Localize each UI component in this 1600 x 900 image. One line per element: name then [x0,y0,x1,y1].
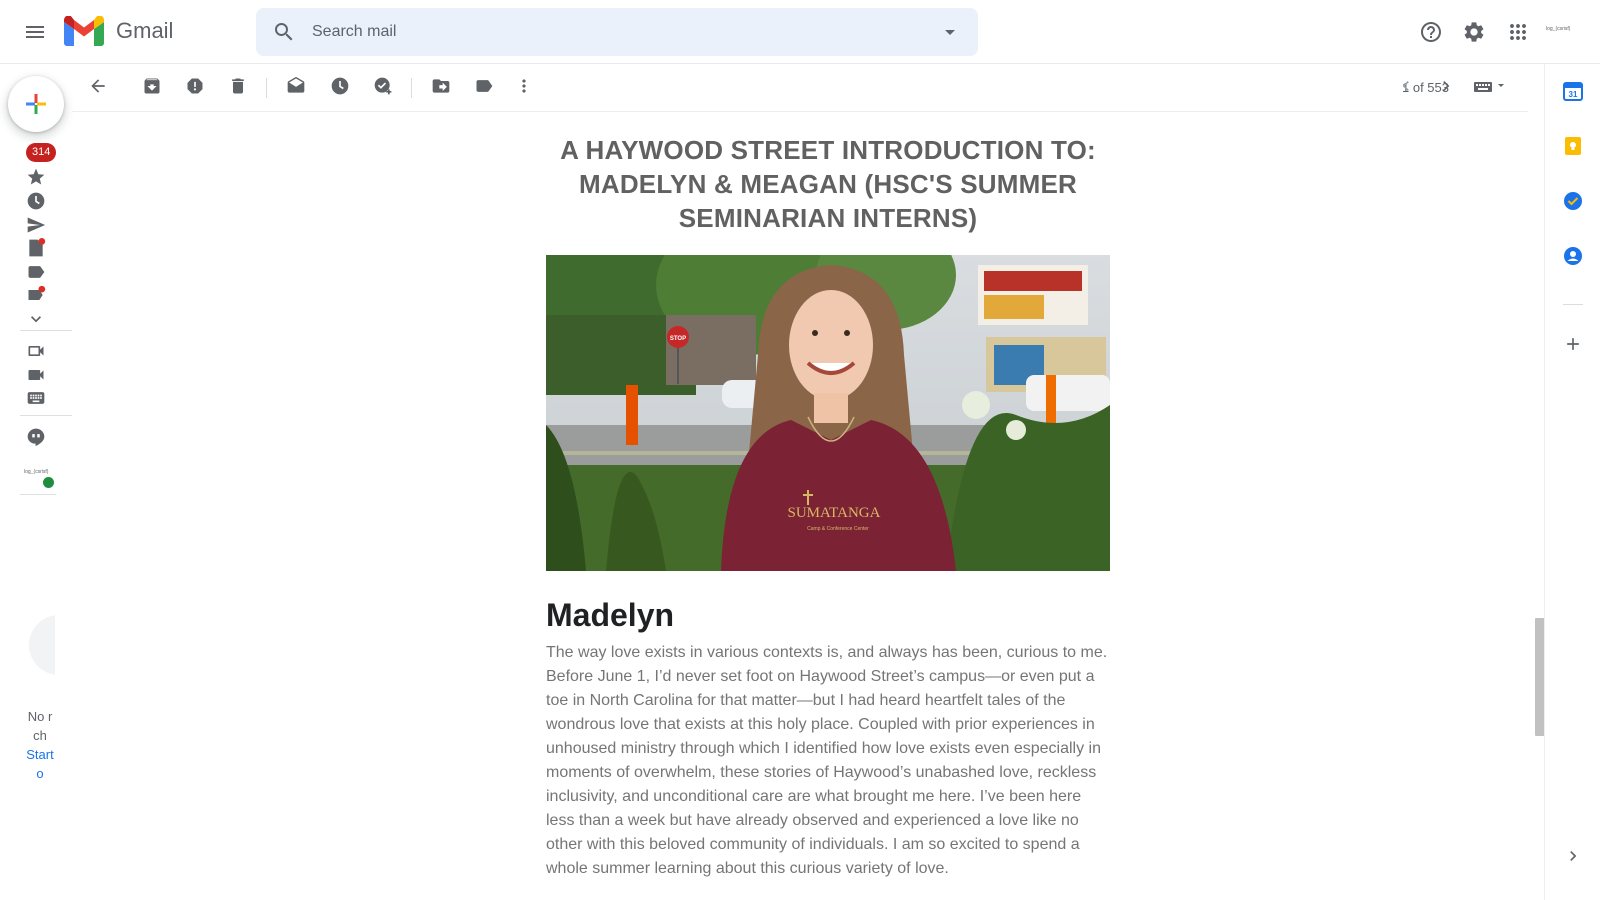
start-chat-link[interactable]: Start [24,745,56,764]
left-navigation-rail: 314 log_(csrisf) No r ch Start o [0,64,72,900]
categories-icon[interactable] [26,285,46,305]
shirt-text: SUMATANGA [788,505,881,521]
labels-icon[interactable] [474,76,494,96]
newer-chevron-left-icon[interactable] [1396,76,1416,96]
report-spam-icon[interactable] [185,76,205,96]
intern-photo: SUMATANGA Camp & Conference Center STOP [546,255,1110,571]
keyboard-icon[interactable] [26,388,46,408]
add-to-tasks-icon[interactable] [373,76,393,96]
svg-text:31: 31 [1569,90,1578,99]
more-chevron-down-icon[interactable] [26,309,46,329]
rail-divider [20,494,56,495]
search-bar[interactable] [256,8,978,56]
no-chats-line2: ch [33,728,47,743]
search-options-dropdown-icon[interactable] [938,20,962,44]
archive-icon[interactable] [142,76,162,96]
mark-as-unread-icon[interactable] [286,76,306,96]
hangouts-chat-icon[interactable] [26,427,46,447]
delete-trash-icon[interactable] [228,76,248,96]
main-menu-icon[interactable] [23,20,47,44]
inbox-unread-badge[interactable]: 314 [26,143,57,162]
help-icon[interactable] [1419,20,1443,44]
photo-illustration: SUMATANGA Camp & Conference Center STOP [546,255,1110,571]
email-content-area: A HAYWOOD STREET INTRODUCTION TO: MADELY… [72,113,1528,900]
app-name: Gmail [116,18,174,43]
sent-icon[interactable] [26,215,46,235]
settings-gear-icon[interactable] [1462,20,1486,44]
tasks-icon[interactable] [1563,191,1583,211]
back-arrow-icon[interactable] [88,76,108,96]
search-icon[interactable] [272,20,296,44]
move-to-folder-icon[interactable] [431,76,451,96]
start-chat-link-2[interactable]: o [24,764,56,783]
snoozed-clock-icon[interactable] [26,191,46,211]
rail-divider [20,415,72,416]
show-side-panel-chevron-icon[interactable] [1563,846,1583,866]
account-avatar[interactable]: log_(csrisf) [1546,26,1570,32]
contacts-icon[interactable] [1563,246,1583,266]
label-icon[interactable] [26,262,46,282]
join-meeting-video-icon[interactable] [26,365,46,385]
older-chevron-right-icon[interactable] [1436,76,1456,96]
rail-divider [20,330,72,331]
no-chats-message: No r ch Start o [24,707,56,783]
google-apps-grid-icon[interactable] [1506,20,1530,44]
gmail-logo-icon[interactable] [64,15,104,46]
stop-sign-text: STOP [670,336,686,342]
email-headline: A HAYWOOD STREET INTRODUCTION TO: MADELY… [560,135,1096,233]
input-tools-keyboard-icon[interactable] [1472,76,1508,96]
new-meeting-icon[interactable] [26,341,46,361]
email-body: A HAYWOOD STREET INTRODUCTION TO: MADELY… [546,113,1110,881]
side-panel-rail: 31 [1544,64,1600,900]
chat-account-label: log_(csrisf) [24,469,49,475]
compose-button[interactable] [8,76,64,132]
section-title: Madelyn [546,597,675,633]
chat-placeholder-illustration [29,615,55,675]
shirt-subtext: Camp & Conference Center [807,526,869,532]
drafts-icon[interactable] [26,238,46,258]
toolbar-divider [411,78,412,98]
toolbar-divider [266,78,267,98]
message-toolbar: 1 of 553 [72,64,1528,112]
calendar-icon[interactable]: 31 [1563,81,1583,101]
starred-icon[interactable] [26,167,46,187]
online-status-dot [43,477,54,488]
snooze-clock-icon[interactable] [330,76,350,96]
get-addons-plus-icon[interactable] [1563,334,1583,354]
no-chats-line1: No r [27,709,53,724]
keep-notes-icon[interactable] [1563,136,1583,156]
intro-paragraph: The way love exists in various contexts … [546,644,1108,877]
search-input[interactable] [312,20,872,44]
top-bar: Gmail log_(csrisf) [0,0,1600,64]
side-panel-divider [1563,304,1583,305]
compose-plus-icon [26,94,46,114]
more-vertical-icon[interactable] [514,76,534,96]
